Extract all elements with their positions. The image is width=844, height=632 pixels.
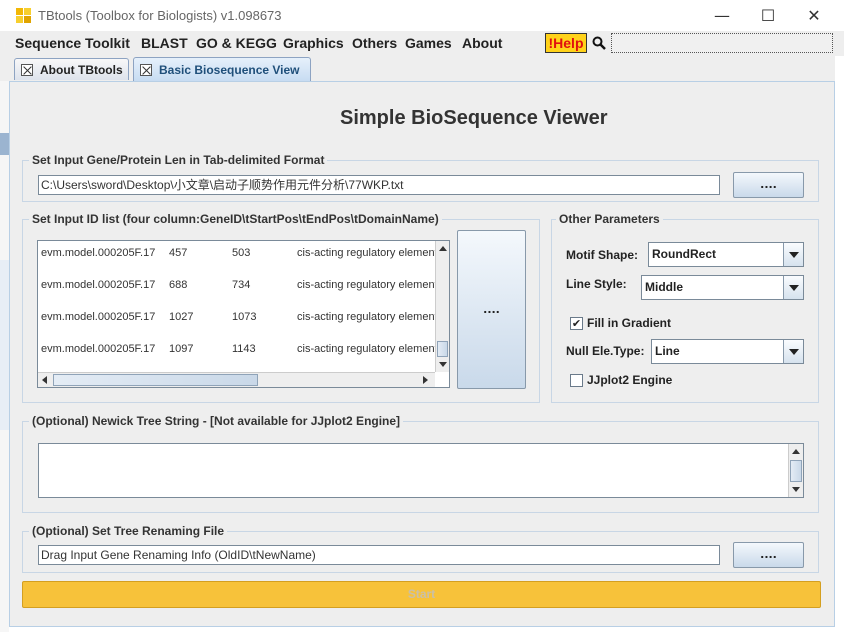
scroll-right-icon[interactable] [423,376,428,384]
null-ele-type-select[interactable]: Line [651,339,804,364]
scroll-thumb[interactable] [53,374,258,386]
gene-len-path-input[interactable]: C:\Users\sword\Desktop\小文章\启动子顺势作用元件分析\7… [38,175,720,195]
scroll-thumb[interactable] [790,460,802,482]
menu-games[interactable]: Games [405,35,452,51]
fill-gradient-checkbox[interactable]: ✔ [570,317,583,330]
null-ele-type-label: Null Ele.Type: [566,344,645,358]
id-list-horizontal-scrollbar[interactable] [38,372,435,387]
menu-blast[interactable]: BLAST [141,35,188,51]
line-style-value: Middle [645,280,683,294]
line-style-select[interactable]: Middle [641,275,804,300]
scroll-left-icon[interactable] [42,376,47,384]
chevron-down-icon[interactable] [783,340,803,363]
scroll-up-icon[interactable] [439,246,447,251]
rename-file-input[interactable]: Drag Input Gene Renaming Info (OldID\tNe… [38,545,720,565]
tab-label: Basic Biosequence View [159,62,300,77]
id-list-browse-button[interactable]: .... [457,230,526,389]
jjplot-engine-checkbox[interactable] [570,374,583,387]
maximize-button[interactable]: ☐ [745,0,791,31]
background-strip [0,133,9,155]
help-button[interactable]: !Help [545,33,587,53]
search-input[interactable] [611,33,833,53]
id-list-textarea[interactable]: evm.model.000205F.17 457 503 cis-acting … [37,240,450,388]
scroll-thumb[interactable] [437,341,448,357]
tab-close-icon[interactable] [140,63,152,76]
start-button[interactable]: Start [22,581,821,608]
menu-graphics[interactable]: Graphics [283,35,344,51]
menu-go-kegg[interactable]: GO & KEGG [196,35,277,51]
group-title: Set Input Gene/Protein Len in Tab-delimi… [29,153,328,167]
group-title: Set Input ID list (four column:GeneID\tS… [29,212,442,226]
motif-shape-select[interactable]: RoundRect [648,242,804,267]
motif-shape-value: RoundRect [652,247,716,261]
title-bar: TBtools (Toolbox for Biologists) v1.0986… [0,0,844,31]
group-title: Other Parameters [556,212,663,226]
menu-others[interactable]: Others [352,35,397,51]
fill-gradient-label: Fill in Gradient [587,316,672,330]
jjplot-engine-label: JJplot2 Engine [587,373,673,387]
id-list-vertical-scrollbar[interactable] [435,241,449,372]
tab-close-icon[interactable] [21,63,33,76]
tab-about-tbtools[interactable]: About TBtools [14,58,129,80]
gene-len-browse-button[interactable]: .... [733,172,804,198]
scroll-down-icon[interactable] [792,487,800,492]
scroll-down-icon[interactable] [439,362,447,367]
line-style-label: Line Style: [566,277,627,291]
scroll-up-icon[interactable] [792,449,800,454]
background-strip [0,260,9,430]
background-strip [835,56,844,632]
menu-about[interactable]: About [462,35,502,51]
null-ele-type-value: Line [655,344,680,358]
tab-basic-biosequence-view[interactable]: Basic Biosequence View [133,57,311,81]
newick-tree-textarea[interactable] [38,443,804,498]
chevron-down-icon[interactable] [783,243,803,266]
motif-shape-label: Motif Shape: [566,248,638,262]
search-icon[interactable] [592,36,606,50]
tab-label: About TBtools [40,62,123,77]
menu-sequence-toolkit[interactable]: Sequence Toolkit [15,35,130,51]
close-button[interactable]: ✕ [791,0,837,31]
newick-vertical-scrollbar[interactable] [788,444,803,497]
group-title: (Optional) Set Tree Renaming File [29,524,228,538]
page-title: Simple BioSequence Viewer [340,107,608,129]
rename-browse-button[interactable]: .... [733,542,804,568]
chevron-down-icon[interactable] [783,276,803,299]
window-title: TBtools (Toolbox for Biologists) v1.0986… [38,8,282,23]
minimize-button[interactable]: — [699,0,745,31]
group-title: (Optional) Newick Tree String - [Not ava… [29,414,404,428]
tbtools-logo-icon [16,8,31,23]
